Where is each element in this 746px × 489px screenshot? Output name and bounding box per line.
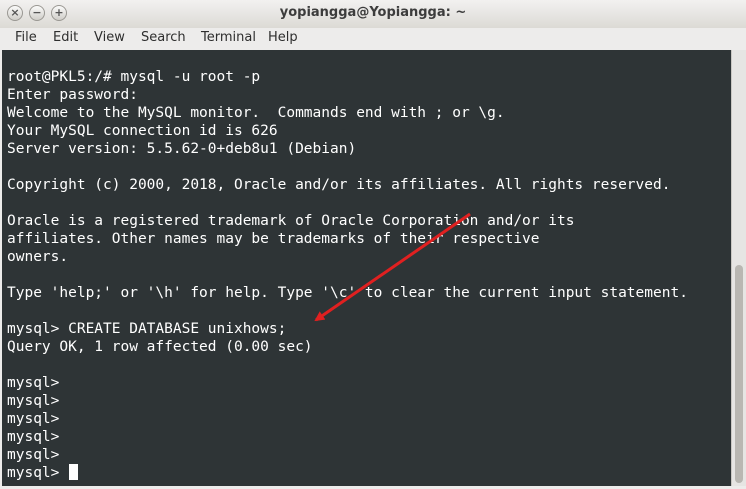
window-title: yopiangga@Yopiangga: ~ [279, 5, 467, 20]
terminal-line: mysql> [7, 447, 60, 463]
terminal-line: Query OK, 1 row affected (0.00 sec) [7, 339, 313, 355]
terminal-line: mysql> [7, 375, 60, 391]
scrollbar[interactable] [731, 50, 746, 486]
menu-view[interactable]: View [94, 30, 125, 45]
terminal-line: mysql> [7, 429, 60, 445]
menu-bar: File Edit View Search Terminal Help [0, 28, 746, 50]
menu-file[interactable]: File [15, 30, 37, 45]
terminal-line: Copyright (c) 2000, 2018, Oracle and/or … [7, 177, 671, 193]
terminal-line: Your MySQL connection id is 626 [7, 123, 278, 139]
terminal-line: Type 'help;' or '\h' for help. Type '\c'… [7, 285, 688, 301]
terminal-line: mysql> [7, 393, 60, 409]
terminal-output[interactable]: root@PKL5:/# mysql -u root -p Enter passw… [2, 50, 731, 486]
terminal-line: affiliates. Other names may be trademark… [7, 231, 540, 247]
terminal-line: mysql> CREATE DATABASE unixhows; [7, 321, 287, 337]
title-bar[interactable]: × − + yopiangga@Yopiangga: ~ [0, 0, 746, 29]
terminal-line: mysql> [7, 464, 688, 482]
menu-terminal[interactable]: Terminal [201, 30, 256, 45]
menu-edit[interactable]: Edit [53, 30, 78, 45]
terminal-line: Enter password: [7, 87, 138, 103]
terminal-window: × − + yopiangga@Yopiangga: ~ File Edit V… [0, 0, 746, 489]
terminal-line: Welcome to the MySQL monitor. Commands e… [7, 105, 505, 121]
terminal-line: owners. [7, 249, 69, 265]
menu-search[interactable]: Search [141, 30, 186, 45]
scrollbar-thumb[interactable] [735, 265, 743, 483]
terminal-line: root@PKL5:/# mysql -u root -p [7, 69, 261, 85]
terminal-lines: root@PKL5:/# mysql -u root -p Enter passw… [7, 68, 688, 482]
menu-help[interactable]: Help [268, 30, 298, 45]
terminal-line: mysql> [7, 411, 60, 427]
terminal-line: Server version: 5.5.62-0+deb8u1 (Debian) [7, 141, 357, 157]
terminal-line: Oracle is a registered trademark of Orac… [7, 213, 575, 229]
text-cursor [69, 464, 79, 480]
